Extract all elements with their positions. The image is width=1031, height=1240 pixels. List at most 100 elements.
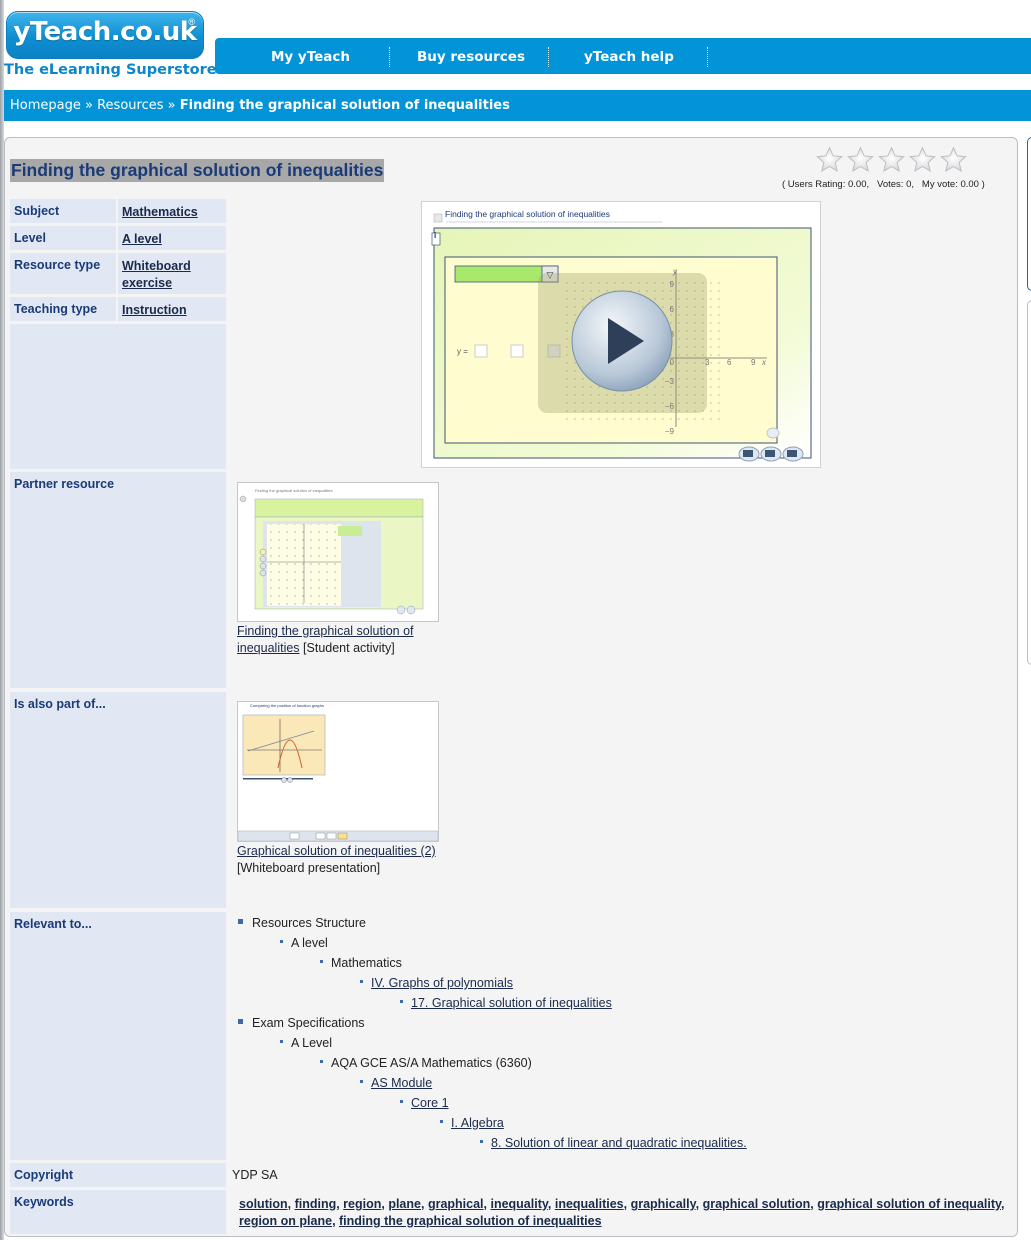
keyword-link[interactable]: solution: [239, 1197, 288, 1211]
copyright-value: YDP SA: [230, 1163, 1013, 1187]
part-of-label: Is also part of...: [10, 692, 226, 908]
bullet-icon: [440, 1120, 443, 1124]
part-of-caption: Graphical solution of inequalities (2) […: [237, 843, 437, 877]
keyword-link[interactable]: finding: [295, 1197, 337, 1211]
keywords-list: solution, finding, region, plane, graphi…: [239, 1197, 1005, 1228]
bullet-icon: [320, 1060, 323, 1064]
star-icon[interactable]: [939, 146, 968, 174]
level-link[interactable]: A level: [122, 232, 162, 246]
tree-link[interactable]: Core 1: [411, 1096, 449, 1110]
star-icon[interactable]: [877, 146, 906, 174]
meta-label-resource-type: Resource type: [10, 253, 116, 294]
svg-text:0: 0: [670, 358, 675, 367]
bullet-icon: [400, 1100, 403, 1104]
star-rating: [815, 146, 968, 174]
info-icon[interactable]: i: [434, 231, 436, 240]
svg-text:9: 9: [751, 358, 756, 367]
breadcrumb-homepage[interactable]: Homepage: [10, 98, 81, 113]
tree-link[interactable]: 17. Graphical solution of inequalities: [411, 996, 612, 1010]
nav-separator: [548, 47, 549, 67]
svg-text:−6: −6: [665, 402, 675, 411]
tree-label: Resources Structure: [252, 916, 366, 930]
meta-label-level: Level: [10, 226, 116, 250]
tree-item: AS Module: [360, 1076, 432, 1090]
teaching-type-link[interactable]: Instruction: [122, 303, 187, 317]
side-panel-edge: [1027, 300, 1031, 665]
subject-link[interactable]: Mathematics: [122, 205, 198, 219]
nav-separator: [389, 47, 390, 67]
site-logo[interactable]: yTeach.co.uk ®: [6, 11, 204, 59]
rating-summary: ( Users Rating: 0.00, Votes: 0, My vote:…: [782, 179, 985, 190]
partner-caption: Finding the graphical solution of inequa…: [237, 623, 437, 657]
tree-label: AQA GCE AS/A Mathematics (6360): [331, 1056, 532, 1070]
keyword-link[interactable]: plane: [388, 1197, 421, 1211]
meta-label-teaching-type: Teaching type: [10, 297, 116, 321]
partner-thumbnail[interactable]: Finding the graphical solution of inequa…: [237, 482, 439, 622]
meta-filler: [10, 324, 226, 469]
bullet-icon: [238, 1019, 243, 1025]
nav-buy-resources[interactable]: Buy resources: [417, 38, 525, 74]
resource-type-link[interactable]: Whiteboard exercise: [122, 259, 191, 290]
star-icon[interactable]: [846, 146, 875, 174]
tree-link[interactable]: I. Algebra: [451, 1116, 504, 1130]
star-icon[interactable]: [815, 146, 844, 174]
keyword-link[interactable]: inequality: [490, 1197, 547, 1211]
tree-item: 17. Graphical solution of inequalities: [400, 996, 612, 1010]
part-of-resource-link[interactable]: Graphical solution of inequalities (2): [237, 844, 436, 858]
svg-text:6: 6: [670, 305, 675, 314]
tree-item: A Level: [280, 1036, 332, 1050]
tree-link[interactable]: IV. Graphs of polynomials: [371, 976, 513, 990]
tree-item: Exam Specifications: [238, 1016, 365, 1030]
bullet-icon: [320, 960, 323, 964]
star-icon[interactable]: [908, 146, 937, 174]
keyword-link[interactable]: graphically: [631, 1197, 696, 1211]
bullet-icon: [360, 1080, 363, 1084]
tree-item: AQA GCE AS/A Mathematics (6360): [320, 1056, 532, 1070]
title-bar: Finding the graphical solution of inequa…: [10, 159, 385, 182]
bullet-icon: [400, 1000, 403, 1004]
nav-my-yteach[interactable]: My yTeach: [271, 38, 350, 74]
relevant-to-label: Relevant to...: [10, 912, 226, 1160]
relevant-to-cell: [230, 912, 1013, 1160]
top-navigation: My yTeach Buy resources yTeach help: [215, 38, 1031, 74]
meta-value-subject: Mathematics: [118, 199, 226, 223]
bullet-icon: [360, 980, 363, 984]
keyword-link[interactable]: finding the graphical solution of inequa…: [339, 1214, 602, 1228]
registered-mark: ®: [188, 17, 195, 27]
bullet-icon: [280, 1040, 283, 1044]
site-tagline: The eLearning Superstore: [4, 62, 217, 78]
preview-title: Finding the graphical solution of inequa…: [445, 209, 610, 219]
tree-link[interactable]: AS Module: [371, 1076, 432, 1090]
resource-preview[interactable]: ▽ y = 9 6 3 0 −3 −6 −9 3 6 9 x y Finding…: [421, 201, 821, 468]
svg-text:−9: −9: [665, 427, 675, 436]
partner-resource-label: Partner resource: [10, 472, 226, 688]
keyword-link[interactable]: inequalities: [555, 1197, 624, 1211]
meta-label-subject: Subject: [10, 199, 116, 223]
nav-yteach-help[interactable]: yTeach help: [584, 38, 674, 74]
bullet-icon: [238, 919, 243, 925]
keyword-link[interactable]: graphical: [428, 1197, 484, 1211]
tree-item: Core 1: [400, 1096, 449, 1110]
side-panel-edge: [1027, 137, 1031, 291]
keywords-label: Keywords: [10, 1190, 226, 1234]
tree-item: Resources Structure: [238, 916, 366, 930]
keyword-link[interactable]: graphical solution: [703, 1197, 811, 1211]
part-of-thumbnail[interactable]: Comparing the position of function graph…: [237, 701, 439, 842]
page-title: Finding the graphical solution of inequa…: [10, 159, 385, 182]
keyword-link[interactable]: region: [343, 1197, 381, 1211]
tree-label: A level: [291, 936, 328, 950]
svg-text:9: 9: [670, 280, 675, 289]
preview-graphic: ▽ y = 9 6 3 0 −3 −6 −9 3 6 9 x y: [431, 213, 812, 462]
bullet-icon: [480, 1140, 483, 1144]
part-of-thumbnail-graphic: Comparing the position of function graph…: [237, 703, 439, 842]
breadcrumb-resources[interactable]: Resources: [97, 98, 163, 113]
svg-text:6: 6: [727, 358, 732, 367]
keyword-link[interactable]: region on plane: [239, 1214, 332, 1228]
tree-item: 8. Solution of linear and quadratic ineq…: [480, 1136, 747, 1150]
breadcrumb-current: Finding the graphical solution of inequa…: [179, 98, 510, 113]
keyword-link[interactable]: graphical solution of inequality: [817, 1197, 1001, 1211]
meta-value-level: A level: [118, 226, 226, 250]
tree-link[interactable]: 8. Solution of linear and quadratic ineq…: [491, 1136, 747, 1150]
logo-text: yTeach.co.uk: [13, 17, 197, 47]
partner-thumbnail-graphic: Finding the graphical solution of inequa…: [239, 488, 424, 615]
